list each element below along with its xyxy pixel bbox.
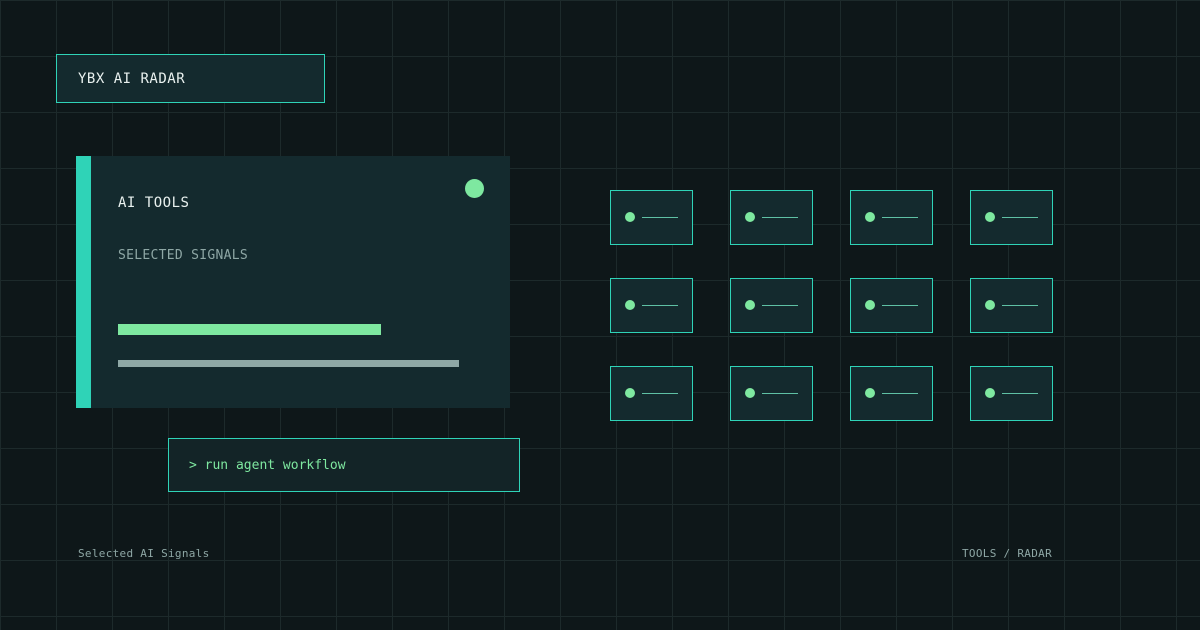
- signal-dot-icon: [865, 212, 875, 222]
- signal-tile: [610, 366, 693, 421]
- signal-tile: [970, 366, 1053, 421]
- signal-tile-grid: [610, 190, 1053, 421]
- card-secondary-bar: [118, 360, 459, 367]
- signal-tile: [850, 190, 933, 245]
- signal-tile: [730, 278, 813, 333]
- signal-line: [1002, 217, 1038, 218]
- signal-dot-icon: [625, 388, 635, 398]
- signal-tile: [610, 278, 693, 333]
- signal-dot-icon: [985, 300, 995, 310]
- signal-dot-icon: [745, 388, 755, 398]
- status-dot-icon: [465, 179, 484, 198]
- signal-dot-icon: [985, 212, 995, 222]
- signal-line: [1002, 305, 1038, 306]
- signal-tile: [730, 190, 813, 245]
- signal-tile: [610, 190, 693, 245]
- signal-line: [642, 217, 678, 218]
- signal-tile: [970, 278, 1053, 333]
- signal-line: [762, 393, 798, 394]
- signal-line: [882, 393, 918, 394]
- signal-tile: [970, 190, 1053, 245]
- signal-dot-icon: [745, 300, 755, 310]
- card-primary-bar: [118, 324, 381, 335]
- card-title: AI TOOLS: [118, 195, 190, 211]
- signal-line: [762, 305, 798, 306]
- signal-dot-icon: [625, 212, 635, 222]
- signal-line: [642, 393, 678, 394]
- signal-dot-icon: [865, 300, 875, 310]
- signal-dot-icon: [865, 388, 875, 398]
- ai-tools-card: AI TOOLS SELECTED SIGNALS: [76, 156, 510, 408]
- signal-line: [1002, 393, 1038, 394]
- signal-dot-icon: [745, 212, 755, 222]
- signal-tile: [850, 366, 933, 421]
- footer-breadcrumb: TOOLS / RADAR: [962, 547, 1052, 560]
- command-prompt[interactable]: > run agent workflow: [168, 438, 520, 492]
- brand-box: YBX AI RADAR: [56, 54, 325, 103]
- signal-tile: [850, 278, 933, 333]
- signal-line: [642, 305, 678, 306]
- signal-line: [762, 217, 798, 218]
- card-subtitle: SELECTED SIGNALS: [118, 248, 249, 263]
- brand-title: YBX AI RADAR: [78, 70, 186, 87]
- footer-caption: Selected AI Signals: [78, 547, 210, 560]
- card-accent-stripe: [76, 156, 91, 408]
- signal-dot-icon: [985, 388, 995, 398]
- signal-line: [882, 217, 918, 218]
- signal-dot-icon: [625, 300, 635, 310]
- command-text: > run agent workflow: [189, 457, 346, 473]
- signal-line: [882, 305, 918, 306]
- signal-tile: [730, 366, 813, 421]
